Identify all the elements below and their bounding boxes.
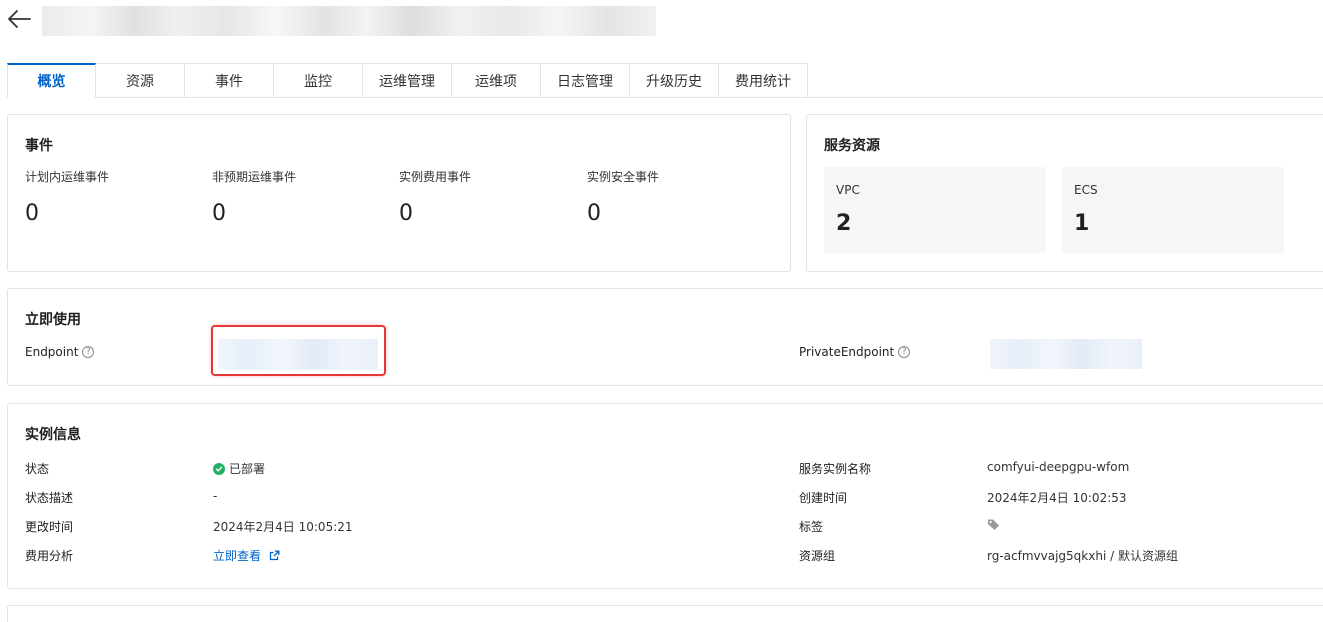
billing-events-value[interactable]: 0 <box>399 201 413 226</box>
service-resources-card: 服务资源 VPC 2 ECS 1 <box>806 114 1323 272</box>
view-cost-link[interactable]: 立即查看 <box>213 547 280 564</box>
check-circle-icon <box>213 462 225 475</box>
endpoint-highlight-box <box>211 325 386 376</box>
vpc-count: 2 <box>836 211 852 236</box>
external-link-icon[interactable] <box>269 550 280 561</box>
quick-use-title: 立即使用 <box>25 312 81 328</box>
tags-label: 标签 <box>799 520 824 534</box>
tab-ops-management[interactable]: 运维管理 <box>363 63 452 98</box>
instance-info-title: 实例信息 <box>25 427 81 443</box>
planned-events-value[interactable]: 0 <box>25 201 39 226</box>
arrow-left-icon[interactable] <box>6 8 32 30</box>
security-events-value[interactable]: 0 <box>587 201 601 226</box>
resource-group-label: 资源组 <box>799 549 836 563</box>
tags-value[interactable] <box>987 518 1000 531</box>
vpc-label: VPC <box>836 183 860 197</box>
ecs-resource-box[interactable]: ECS 1 <box>1062 167 1284 253</box>
created-time-value: 2024年2月4日 10:02:53 <box>987 491 1127 505</box>
tab-cost-statistics[interactable]: 费用统计 <box>719 63 808 98</box>
unexpected-events-label: 非预期运维事件 <box>212 170 297 184</box>
updated-time-value: 2024年2月4日 10:05:21 <box>213 520 353 534</box>
tab-bar: 概览 资源 事件 监控 运维管理 运维项 日志管理 升级历史 费用统计 <box>7 63 808 98</box>
view-cost-link-text[interactable]: 立即查看 <box>213 547 261 564</box>
events-card: 事件 计划内运维事件 0 非预期运维事件 0 实例费用事件 0 实例安全事件 0 <box>7 114 791 272</box>
question-circle-icon[interactable]: ? <box>82 346 95 358</box>
endpoint-label: Endpoint <box>25 345 79 359</box>
resource-group-value: rg-acfmvvajg5qkxhi / 默认资源组 <box>987 549 1178 563</box>
blurred-instance-title <box>42 6 656 36</box>
tag-icon[interactable] <box>987 518 1000 531</box>
instance-name-label: 服务实例名称 <box>799 462 872 476</box>
status-label: 状态 <box>25 462 50 476</box>
next-card-partial <box>7 605 1323 622</box>
private-endpoint-label-row: PrivateEndpoint ? <box>799 345 911 359</box>
private-endpoint-label: PrivateEndpoint <box>799 345 895 359</box>
status-desc-value: - <box>213 489 218 503</box>
status-desc-label: 状态描述 <box>25 491 74 505</box>
unexpected-events-value[interactable]: 0 <box>212 201 226 226</box>
top-bar <box>0 0 1323 44</box>
tab-resources[interactable]: 资源 <box>96 63 185 98</box>
endpoint-label-row: Endpoint ? <box>25 345 95 359</box>
tab-monitoring[interactable]: 监控 <box>274 63 363 98</box>
security-events-label: 实例安全事件 <box>587 170 660 184</box>
billing-events-label: 实例费用事件 <box>399 170 472 184</box>
quick-use-card: 立即使用 Endpoint ? PrivateEndpoint ? <box>7 288 1323 386</box>
instance-info-card: 实例信息 状态 已部署 状态描述 - 更改时间 2024年2月4日 10:05:… <box>7 403 1323 589</box>
tab-upgrade-history[interactable]: 升级历史 <box>630 63 719 98</box>
private-endpoint-value-blurred[interactable] <box>990 339 1142 369</box>
created-time-label: 创建时间 <box>799 491 848 505</box>
vpc-resource-box[interactable]: VPC 2 <box>824 167 1046 253</box>
tab-overview[interactable]: 概览 <box>7 63 96 98</box>
tab-events[interactable]: 事件 <box>185 63 274 98</box>
ecs-label: ECS <box>1074 183 1098 197</box>
question-circle-icon[interactable]: ? <box>898 346 911 358</box>
updated-time-label: 更改时间 <box>25 520 74 534</box>
ecs-count: 1 <box>1074 211 1090 236</box>
status-text: 已部署 <box>229 462 266 476</box>
events-title: 事件 <box>25 138 53 154</box>
planned-events-label: 计划内运维事件 <box>25 170 110 184</box>
tab-log-management[interactable]: 日志管理 <box>541 63 630 98</box>
cost-analysis-label: 费用分析 <box>25 549 74 563</box>
tab-ops-items[interactable]: 运维项 <box>452 63 541 98</box>
instance-name-value: comfyui-deepgpu-wfom <box>987 460 1130 474</box>
status-value: 已部署 <box>213 460 265 477</box>
service-resources-title: 服务资源 <box>824 138 880 154</box>
